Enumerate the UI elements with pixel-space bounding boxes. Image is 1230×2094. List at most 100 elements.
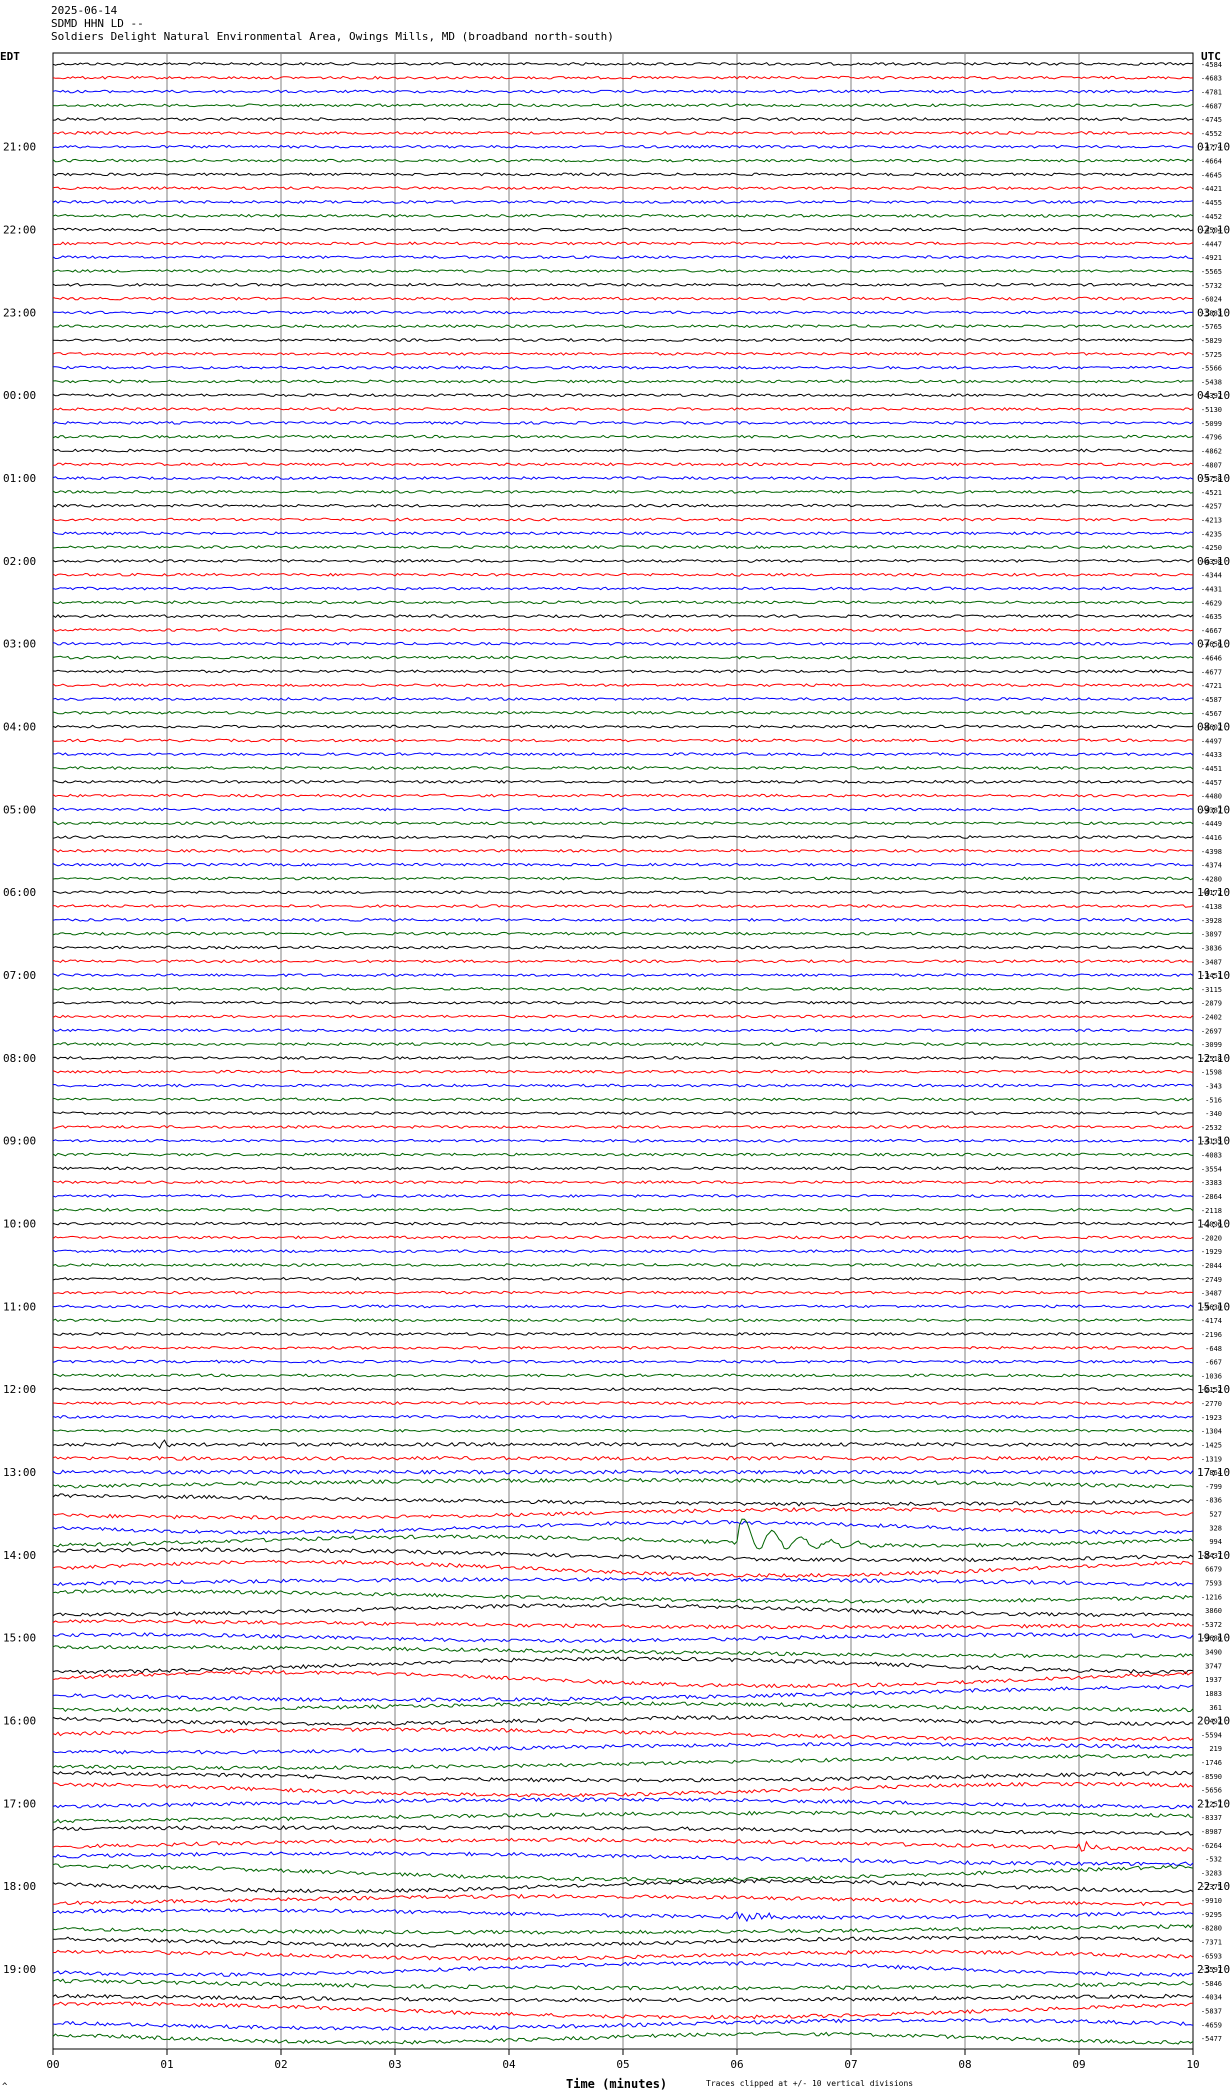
trace-offset-label: -1746 [1201, 1759, 1222, 1767]
right-hour-label: 14:10 [1197, 1218, 1230, 1231]
trace-offset-label: -2770 [1201, 1400, 1222, 1408]
trace-offset-label: -5565 [1201, 268, 1222, 276]
right-hour-label: 02:10 [1197, 224, 1230, 237]
right-hour-label: 07:10 [1197, 638, 1230, 651]
left-hour-label: 03:00 [3, 638, 36, 651]
trace-offset-label: 527 [1209, 1510, 1222, 1518]
trace-offset-label: -5725 [1201, 351, 1222, 359]
right-hour-label: 20:10 [1197, 1715, 1230, 1728]
trace-offset-label: -5099 [1201, 420, 1222, 428]
trace-offset-label: -8280 [1201, 1925, 1222, 1933]
trace-offset-label: -4250 [1201, 544, 1222, 552]
trace-offset-label: -1923 [1201, 1414, 1222, 1422]
trace-offset-label: -2697 [1201, 1027, 1222, 1035]
trace-offset-label: 994 [1209, 1538, 1222, 1546]
trace-offset-label: 328 [1209, 1524, 1222, 1532]
x-tick-label: 00 [46, 2058, 59, 2071]
left-hour-label: 11:00 [3, 1300, 36, 1313]
trace-offset-label: 7593 [1205, 1580, 1222, 1588]
left-hour-label: 15:00 [3, 1632, 36, 1645]
trace-offset-label: -4280 [1201, 875, 1222, 883]
trace-offset-label: -4646 [1201, 655, 1222, 663]
trace-offset-label: -4667 [1201, 627, 1222, 635]
trace-offset-label: -2749 [1201, 1276, 1222, 1284]
trace-offset-label: -1304 [1201, 1428, 1222, 1436]
trace-offset-label: -4687 [1201, 102, 1222, 110]
trace-offset-label: -4796 [1201, 434, 1222, 442]
right-hour-label: 23:10 [1197, 1963, 1230, 1976]
trace-offset-label: -4480 [1201, 793, 1222, 801]
left-hour-label: 14:00 [3, 1549, 36, 1562]
right-hour-label: 09:10 [1197, 803, 1230, 816]
x-tick-label: 05 [616, 2058, 629, 2071]
left-hour-label: 01:00 [3, 472, 36, 485]
right-hour-label: 17:10 [1197, 1466, 1230, 1479]
trace-offset-label: -2402 [1201, 1013, 1222, 1021]
trace-offset-label: -6264 [1201, 1842, 1222, 1850]
trace-offset-label: -3897 [1201, 931, 1222, 939]
left-hour-label: 02:00 [3, 555, 36, 568]
trace-offset-label: -4552 [1201, 130, 1222, 138]
clip-note: Traces clipped at +/- 10 vertical divisi… [706, 2079, 914, 2088]
right-hour-label: 04:10 [1197, 389, 1230, 402]
trace-offset-label: -2879 [1201, 1000, 1222, 1008]
trace-offset-label: -4344 [1201, 572, 1222, 580]
trace-offset-label: -5837 [1201, 2007, 1222, 2015]
trace-offset-label: -3283 [1201, 1869, 1222, 1877]
trace-offset-label: -5130 [1201, 406, 1222, 414]
right-hour-label: 15:10 [1197, 1300, 1230, 1313]
right-hour-label: 08:10 [1197, 721, 1230, 734]
trace-offset-label: -4781 [1201, 89, 1222, 97]
trace-offset-label: -7371 [1201, 1938, 1222, 1946]
trace-offset-label: 6679 [1205, 1566, 1222, 1574]
trace-offset-label: -4213 [1201, 516, 1222, 524]
x-tick-label: 06 [730, 2058, 743, 2071]
trace-offset-label: -8987 [1201, 1828, 1222, 1836]
trace-offset-label: -3928 [1201, 917, 1222, 925]
left-hour-label: 17:00 [3, 1797, 36, 1810]
trace-offset-label: 3490 [1205, 1649, 1222, 1657]
left-hour-label: 00:00 [3, 389, 36, 402]
trace-offset-label: -5765 [1201, 323, 1222, 331]
trace-offset-label: -5829 [1201, 337, 1222, 345]
right-hour-label: 13:10 [1197, 1135, 1230, 1148]
trace-offset-label: -4584 [1201, 61, 1222, 69]
trace-offset-label: -3487 [1201, 1290, 1222, 1298]
x-axis-title: Time (minutes) [566, 2077, 668, 2091]
x-tick-label: 02 [274, 2058, 287, 2071]
trace-offset-label: -3115 [1201, 986, 1222, 994]
trace-offset-label: -4664 [1201, 158, 1222, 166]
trace-offset-label: -4174 [1201, 1317, 1222, 1325]
trace-offset-label: -4235 [1201, 530, 1222, 538]
trace-offset-label: -4567 [1201, 710, 1222, 718]
trace-offset-label: -5566 [1201, 365, 1222, 373]
trace-offset-label: -5438 [1201, 378, 1222, 386]
trace-offset-label: 1883 [1205, 1690, 1222, 1698]
trace-offset-label: -4374 [1201, 862, 1222, 870]
trace-offset-label: -4521 [1201, 489, 1222, 497]
trace-offset-label: -4807 [1201, 461, 1222, 469]
trace-offset-label: -4083 [1201, 1152, 1222, 1160]
trace-offset-label: -2044 [1201, 1262, 1222, 1270]
trace-offset-label: 361 [1209, 1704, 1222, 1712]
right-hour-label: 01:10 [1197, 141, 1230, 154]
x-tick-label: 03 [388, 2058, 401, 2071]
x-tick-label: 07 [844, 2058, 857, 2071]
trace-offset-label: -9295 [1201, 1911, 1222, 1919]
trace-offset-label: -4431 [1201, 586, 1222, 594]
trace-offset-label: -4034 [1201, 1994, 1222, 2002]
left-hour-label: 04:00 [3, 721, 36, 734]
trace-offset-label: -1319 [1201, 1455, 1222, 1463]
trace-offset-label: -4629 [1201, 599, 1222, 607]
trace-offset-label: -1598 [1201, 1069, 1222, 1077]
trace-offset-label: -5372 [1201, 1621, 1222, 1629]
left-hour-label: 08:00 [3, 1052, 36, 1065]
right-hour-label: 12:10 [1197, 1052, 1230, 1065]
trace-offset-label: -4921 [1201, 254, 1222, 262]
trace-offset-label: -6593 [1201, 1952, 1222, 1960]
trace-offset-label: 3747 [1205, 1662, 1222, 1670]
right-hour-label: 18:10 [1197, 1549, 1230, 1562]
trace-offset-label: -8590 [1201, 1773, 1222, 1781]
trace-offset-label: -5846 [1201, 1980, 1222, 1988]
trace-offset-label: -4645 [1201, 171, 1222, 179]
